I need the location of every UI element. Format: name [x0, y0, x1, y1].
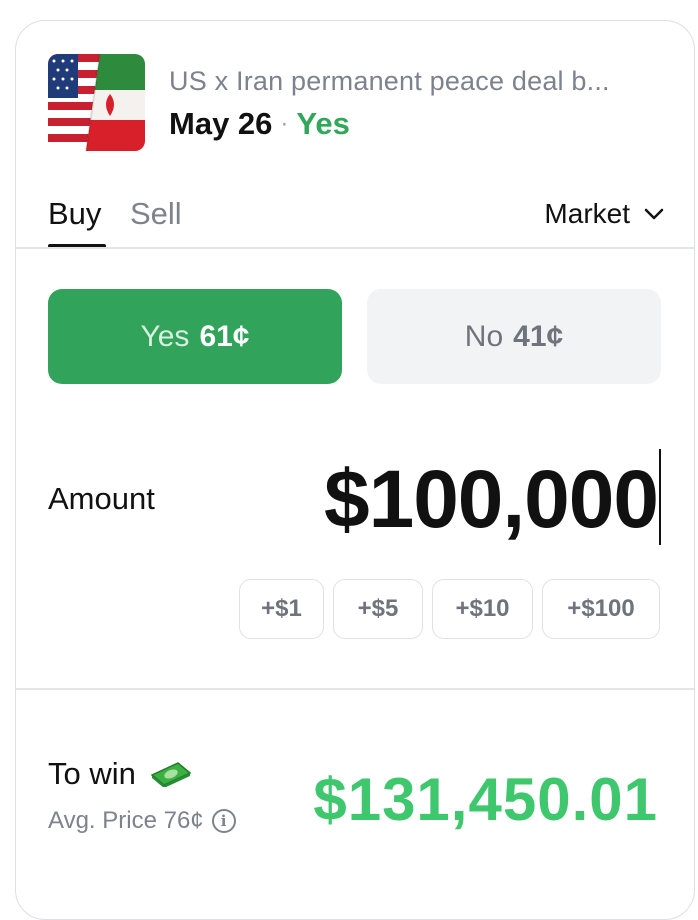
selected-outcome: Yes [296, 106, 350, 141]
order-type-value: Market [544, 198, 630, 229]
market-date: May 26 [169, 106, 273, 141]
market-header: US x Iran permanent peace deal b... May … [48, 54, 674, 154]
to-win-label: To win [48, 756, 136, 791]
trade-tabs: Buy Sell Market [48, 196, 694, 248]
yes-price: 61¢ [199, 319, 250, 353]
avg-price: Avg. Price 76¢ [48, 807, 204, 834]
tabs-divider [16, 247, 694, 249]
yes-label: Yes [140, 319, 190, 353]
to-win-row: To win [48, 756, 192, 792]
text-caret [659, 449, 661, 545]
quick-add-100-button[interactable]: +$100 [542, 579, 660, 639]
market-title[interactable]: US x Iran permanent peace deal b... [169, 66, 659, 97]
chevron-down-icon [644, 208, 664, 220]
tab-buy[interactable]: Buy [48, 196, 101, 232]
no-price: 41¢ [513, 319, 564, 353]
order-type-dropdown[interactable]: Market [544, 198, 664, 230]
summary-divider [16, 688, 694, 690]
us-iran-flags-image [48, 54, 145, 151]
no-label: No [464, 319, 504, 353]
avg-price-row: Avg. Price 76¢ i [48, 807, 236, 835]
quick-add-1-button[interactable]: +$1 [239, 579, 324, 639]
amount-input[interactable]: $100,000 [324, 453, 659, 547]
tab-sell[interactable]: Sell [130, 196, 182, 232]
separator-dot: · [280, 110, 289, 137]
quick-add-chips: +$1 +$5 +$10 +$100 [239, 579, 660, 639]
no-outcome-button[interactable]: No 41¢ [367, 289, 661, 384]
money-bill-icon [150, 762, 192, 787]
market-thumbnail[interactable] [48, 54, 145, 151]
quick-add-5-button[interactable]: +$5 [333, 579, 423, 639]
potential-payout: $131,450.01 [313, 766, 658, 833]
yes-outcome-button[interactable]: Yes 61¢ [48, 289, 342, 384]
market-subline: May 26 · Yes [169, 106, 350, 142]
quick-add-10-button[interactable]: +$10 [432, 579, 533, 639]
amount-label: Amount [48, 481, 155, 516]
info-icon[interactable]: i [211, 809, 236, 833]
trade-card: US x Iran permanent peace deal b... May … [15, 20, 695, 920]
